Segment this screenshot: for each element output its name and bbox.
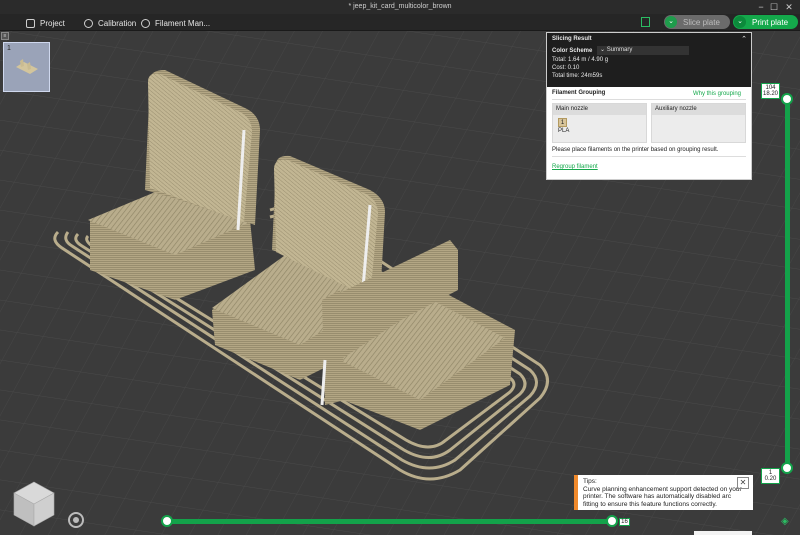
cost-stat: Cost: 0.10: [552, 65, 580, 71]
move-slider-track[interactable]: [165, 519, 612, 524]
collapse-icon[interactable]: ⌃: [741, 35, 747, 43]
plate-number: 1: [7, 45, 11, 52]
top-layer-label: 104 18.20: [761, 83, 780, 99]
move-slider-handle[interactable]: [606, 515, 618, 527]
title-bar: * jeep_kit_card_multicolor_brown − ☐ ✕: [0, 0, 800, 14]
calibration-icon: [84, 18, 93, 28]
project-menu[interactable]: Project: [26, 17, 65, 29]
slicing-result-title: Slicing Result: [552, 36, 592, 42]
divider: [552, 156, 746, 157]
slicing-summary: Slicing Result ⌃ Color Scheme ⌄ Summary …: [547, 33, 751, 87]
project-icon: [26, 18, 35, 28]
slicing-result-panel: Slicing Result ⌃ Color Scheme ⌄ Summary …: [546, 32, 752, 180]
color-scheme-label: Color Scheme: [552, 47, 593, 54]
top-layer-height: 18.20: [762, 91, 778, 97]
chevron-down-icon[interactable]: ⌄: [665, 16, 677, 28]
tips-title: Tips:: [583, 478, 597, 485]
total-stat: Total: 1.64 m / 4.90 g: [552, 57, 609, 63]
main-nozzle-label: Main nozzle: [553, 104, 646, 115]
regroup-filament-link[interactable]: Regroup filament: [552, 164, 746, 170]
plate-thumbnail[interactable]: 1: [3, 42, 50, 92]
bottom-layer-height: 0.20: [764, 476, 777, 482]
calibration-menu[interactable]: Calibration: [84, 17, 136, 29]
auxiliary-nozzle-label: Auxiliary nozzle: [652, 104, 745, 115]
slice-plate-label: Slice plate: [683, 17, 720, 27]
print-plate-label: Print plate: [752, 17, 789, 27]
view-cube-icon[interactable]: [10, 478, 58, 528]
bottom-layer-label: 1 0.20: [761, 468, 780, 484]
plate-preview-icon: [16, 59, 38, 74]
filament-grouping: Filament Grouping Why this grouping Main…: [547, 87, 751, 173]
main-nozzle-box: Main nozzle 1 PLA: [552, 103, 647, 143]
project-label: Project: [40, 18, 65, 28]
color-scheme-select[interactable]: ⌄ Summary: [597, 46, 689, 55]
grouping-message: Please place filaments on the printer ba…: [552, 147, 719, 153]
move-slider-start-handle[interactable]: [161, 515, 173, 527]
plate-grid-icon[interactable]: [641, 17, 650, 27]
filament-icon: [141, 18, 150, 28]
color-scheme-value: Summary: [606, 47, 633, 53]
close-icon[interactable]: ✕: [737, 477, 749, 489]
close-icon[interactable]: ✕: [783, 1, 795, 13]
status-strip: [694, 531, 752, 535]
filament-chip[interactable]: 1: [558, 118, 567, 127]
layer-slider-track[interactable]: [785, 97, 790, 467]
divider: [552, 99, 746, 100]
maximize-icon[interactable]: ☐: [768, 1, 780, 13]
tips-text: Curve planning enhancement support detec…: [583, 485, 742, 508]
layer-slider-top-handle[interactable]: [781, 93, 793, 105]
plate-list-toggle[interactable]: ≡: [1, 32, 9, 40]
minimize-icon[interactable]: −: [755, 1, 767, 13]
filament-type: PLA: [558, 128, 570, 134]
tips-notification: Tips: Curve planning enhancement support…: [574, 475, 753, 510]
print-plate-button[interactable]: ⌄ Print plate: [733, 15, 798, 29]
window-title: * jeep_kit_card_multicolor_brown: [348, 3, 452, 10]
slice-plate-button[interactable]: ⌄ Slice plate: [664, 15, 730, 29]
filament-label: Filament Man...: [155, 18, 211, 28]
filament-manager-menu[interactable]: Filament Man...: [141, 17, 210, 29]
layers-icon[interactable]: ◈: [781, 517, 791, 527]
layer-slider-bottom-handle[interactable]: [781, 462, 793, 474]
move-slider-value: 16: [619, 518, 630, 526]
auxiliary-nozzle-box: Auxiliary nozzle: [651, 103, 746, 143]
calibration-label: Calibration: [98, 18, 137, 28]
time-stat: Total time: 24m59s: [552, 73, 603, 79]
why-grouping-link[interactable]: Why this grouping: [693, 91, 741, 97]
orientation-icon[interactable]: [68, 512, 84, 528]
chevron-down-icon[interactable]: ⌄: [734, 16, 746, 28]
